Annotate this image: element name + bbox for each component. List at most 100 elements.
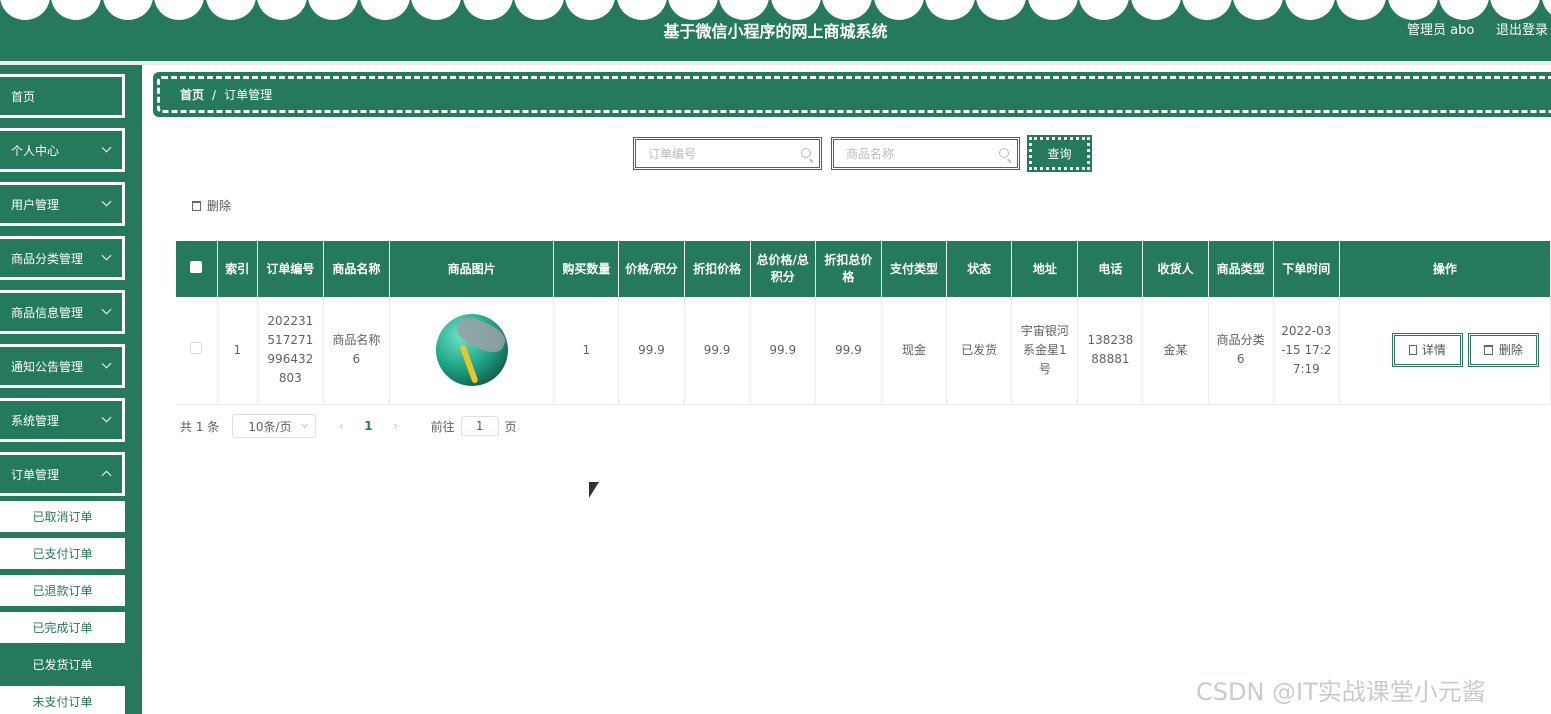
sidebar-item-personal-center[interactable]: 个人中心	[0, 128, 125, 172]
column-header: 折扣总价格	[815, 241, 882, 297]
page-number-current[interactable]: 1	[364, 419, 372, 433]
sidebar-item-label: 系统管理	[11, 413, 60, 428]
breadcrumb: 首页 / 订单管理	[153, 72, 1551, 117]
sidebar-subitem-completed-orders[interactable]: 已完成订单	[0, 612, 125, 646]
cell-receiver: 金某	[1142, 297, 1209, 405]
sidebar-item-user-management[interactable]: 用户管理	[0, 182, 125, 226]
detail-button[interactable]: 详情	[1391, 333, 1463, 368]
cell-product-type: 商品分类6	[1208, 297, 1274, 405]
cell-pay-type: 现金	[881, 297, 948, 405]
column-header: 订单编号	[257, 241, 324, 297]
column-header: 商品类型	[1208, 241, 1274, 297]
sidebar-subitem-paid-orders[interactable]: 已支付订单	[0, 538, 125, 572]
header-divider	[0, 61, 1551, 65]
column-header: 购买数量	[553, 241, 620, 297]
page-size-select[interactable]: 10条/页	[232, 414, 317, 438]
sidebar-subitem-unpaid-orders[interactable]: 未支付订单	[0, 686, 125, 714]
goto-page-input[interactable]	[460, 416, 499, 436]
column-header: 收货人	[1142, 241, 1209, 297]
sidebar-item-order-management[interactable]: 订单管理	[0, 452, 125, 496]
product-name-search	[831, 137, 1020, 170]
breadcrumb-current: 订单管理	[224, 88, 273, 102]
sidebar-subitem-shipped-orders[interactable]: 已发货订单	[0, 649, 125, 683]
sidebar-item-label: 通知公告管理	[11, 359, 84, 374]
breadcrumb-home[interactable]: 首页	[180, 86, 204, 103]
cell-status: 已发货	[946, 297, 1013, 405]
breadcrumb-separator: /	[212, 87, 217, 102]
sidebar-item-system-management[interactable]: 系统管理	[0, 398, 125, 442]
chevron-down-icon	[101, 412, 112, 423]
site-title: 基于微信小程序的网上商城系统	[663, 22, 888, 41]
header-scallop-decoration	[0, 0, 1551, 20]
orders-table: 索引 订单编号 商品名称 商品图片 购买数量 价格/积分 折扣价格 总价格/总积…	[176, 241, 1551, 405]
chevron-down-icon	[101, 358, 112, 369]
column-header: 价格/积分	[618, 241, 685, 297]
chevron-down-icon	[101, 196, 112, 207]
goto-label: 前往	[430, 419, 455, 434]
column-header: 折扣价格	[684, 241, 751, 297]
sidebar-item-label: 个人中心	[11, 143, 60, 158]
search-icon	[801, 148, 811, 158]
column-header: 索引	[217, 241, 258, 297]
top-header: 基于微信小程序的网上商城系统 管理员 abo 退出登录	[0, 0, 1551, 61]
sidebar-item-product-management[interactable]: 商品信息管理	[0, 290, 125, 334]
sidebar: 首页 个人中心 用户管理 商品分类管理 商品信息管理 通知公告管理 系统管理 订…	[0, 65, 142, 714]
column-header: 电话	[1077, 241, 1144, 297]
trash-icon	[1483, 345, 1493, 356]
sidebar-item-notice-management[interactable]: 通知公告管理	[0, 344, 125, 388]
cell-discount-price: 99.9	[684, 297, 751, 405]
cell-product-image	[389, 297, 555, 405]
sidebar-subitem-cancelled-orders[interactable]: 已取消订单	[0, 501, 125, 535]
document-icon	[1408, 345, 1417, 356]
pagination: 共 1 条 10条/页 ‹ 1 › 前往 页	[180, 414, 517, 438]
page-size-value: 10条/页	[248, 419, 292, 434]
batch-delete-button[interactable]: 删除	[192, 197, 231, 214]
sidebar-item-home[interactable]: 首页	[0, 74, 125, 118]
sidebar-item-label: 商品信息管理	[11, 305, 84, 320]
chevron-down-icon	[101, 304, 112, 315]
product-name-input[interactable]	[834, 140, 1017, 167]
cell-order-time: 2022-03-15 17:27:19	[1273, 297, 1340, 405]
sidebar-item-label: 商品分类管理	[11, 251, 84, 266]
sidebar-item-category-management[interactable]: 商品分类管理	[0, 236, 125, 280]
pagination-total: 共 1 条	[180, 419, 220, 434]
row-delete-button[interactable]: 删除	[1467, 333, 1539, 368]
table-header-row: 索引 订单编号 商品名称 商品图片 购买数量 价格/积分 折扣价格 总价格/总积…	[176, 241, 1551, 297]
sidebar-subitem-refunded-orders[interactable]: 已退款订单	[0, 575, 125, 609]
column-header: 下单时间	[1273, 241, 1340, 297]
logout-link[interactable]: 退出登录	[1496, 19, 1548, 38]
sidebar-item-label: 用户管理	[11, 197, 60, 212]
query-button[interactable]: 查询	[1027, 135, 1092, 172]
trash-icon	[192, 200, 201, 211]
search-icon	[999, 148, 1009, 158]
admin-user-label: 管理员 abo	[1407, 23, 1475, 38]
chevron-down-icon	[101, 142, 112, 153]
prev-page-button[interactable]: ‹	[336, 419, 346, 433]
cell-address: 宇宙银河系金星1号	[1011, 297, 1079, 405]
order-no-input[interactable]	[636, 140, 819, 167]
table-row: 1 202231517271996432803 商品名称6 1 99.9 99.…	[176, 297, 1551, 405]
product-image-soccer-ball[interactable]	[435, 314, 508, 387]
cell-order-no: 202231517271996432803	[257, 297, 324, 405]
order-no-search	[633, 137, 822, 170]
batch-delete-label: 删除	[207, 199, 232, 213]
column-header: 总价格/总积分	[750, 241, 816, 297]
row-select-cell[interactable]	[176, 297, 218, 405]
cell-quantity: 1	[553, 297, 620, 405]
cell-total-price: 99.9	[750, 297, 816, 405]
select-all-checkbox[interactable]	[190, 260, 203, 273]
sidebar-item-label: 首页	[11, 89, 36, 104]
cell-discount-total: 99.9	[815, 297, 882, 405]
mouse-cursor-icon	[589, 482, 599, 498]
column-header: 商品名称	[323, 241, 390, 297]
next-page-button[interactable]: ›	[391, 419, 401, 433]
select-all-cell[interactable]	[176, 241, 218, 297]
cell-index: 1	[217, 297, 258, 405]
cell-phone: 13823888881	[1077, 297, 1144, 405]
column-header: 商品图片	[389, 241, 555, 297]
detail-button-label: 详情	[1421, 342, 1446, 357]
column-header: 状态	[946, 241, 1013, 297]
column-header: 支付类型	[881, 241, 948, 297]
chevron-down-icon	[101, 470, 112, 481]
row-checkbox[interactable]	[190, 341, 203, 354]
